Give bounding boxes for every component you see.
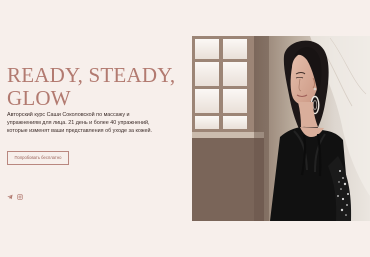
headline-line-1: READY, STEADY, — [7, 63, 176, 87]
model-photo-illustration — [192, 36, 370, 221]
hero-photo — [192, 36, 370, 221]
social-links — [7, 187, 23, 200]
instagram-icon[interactable] — [17, 187, 23, 200]
hero-text-column: READY, STEADY, GLOW Авторский курс Саши … — [0, 0, 192, 257]
telegram-icon[interactable] — [7, 187, 13, 200]
hero-description: Авторский курс Саши Соколовской по масса… — [7, 112, 152, 134]
headline-line-2: GLOW — [7, 86, 71, 110]
try-free-button[interactable]: Попробовать бесплатно — [7, 151, 69, 165]
hero-headline: READY, STEADY, GLOW — [7, 64, 187, 110]
hero-section: READY, STEADY, GLOW Авторский курс Саши … — [0, 0, 370, 257]
